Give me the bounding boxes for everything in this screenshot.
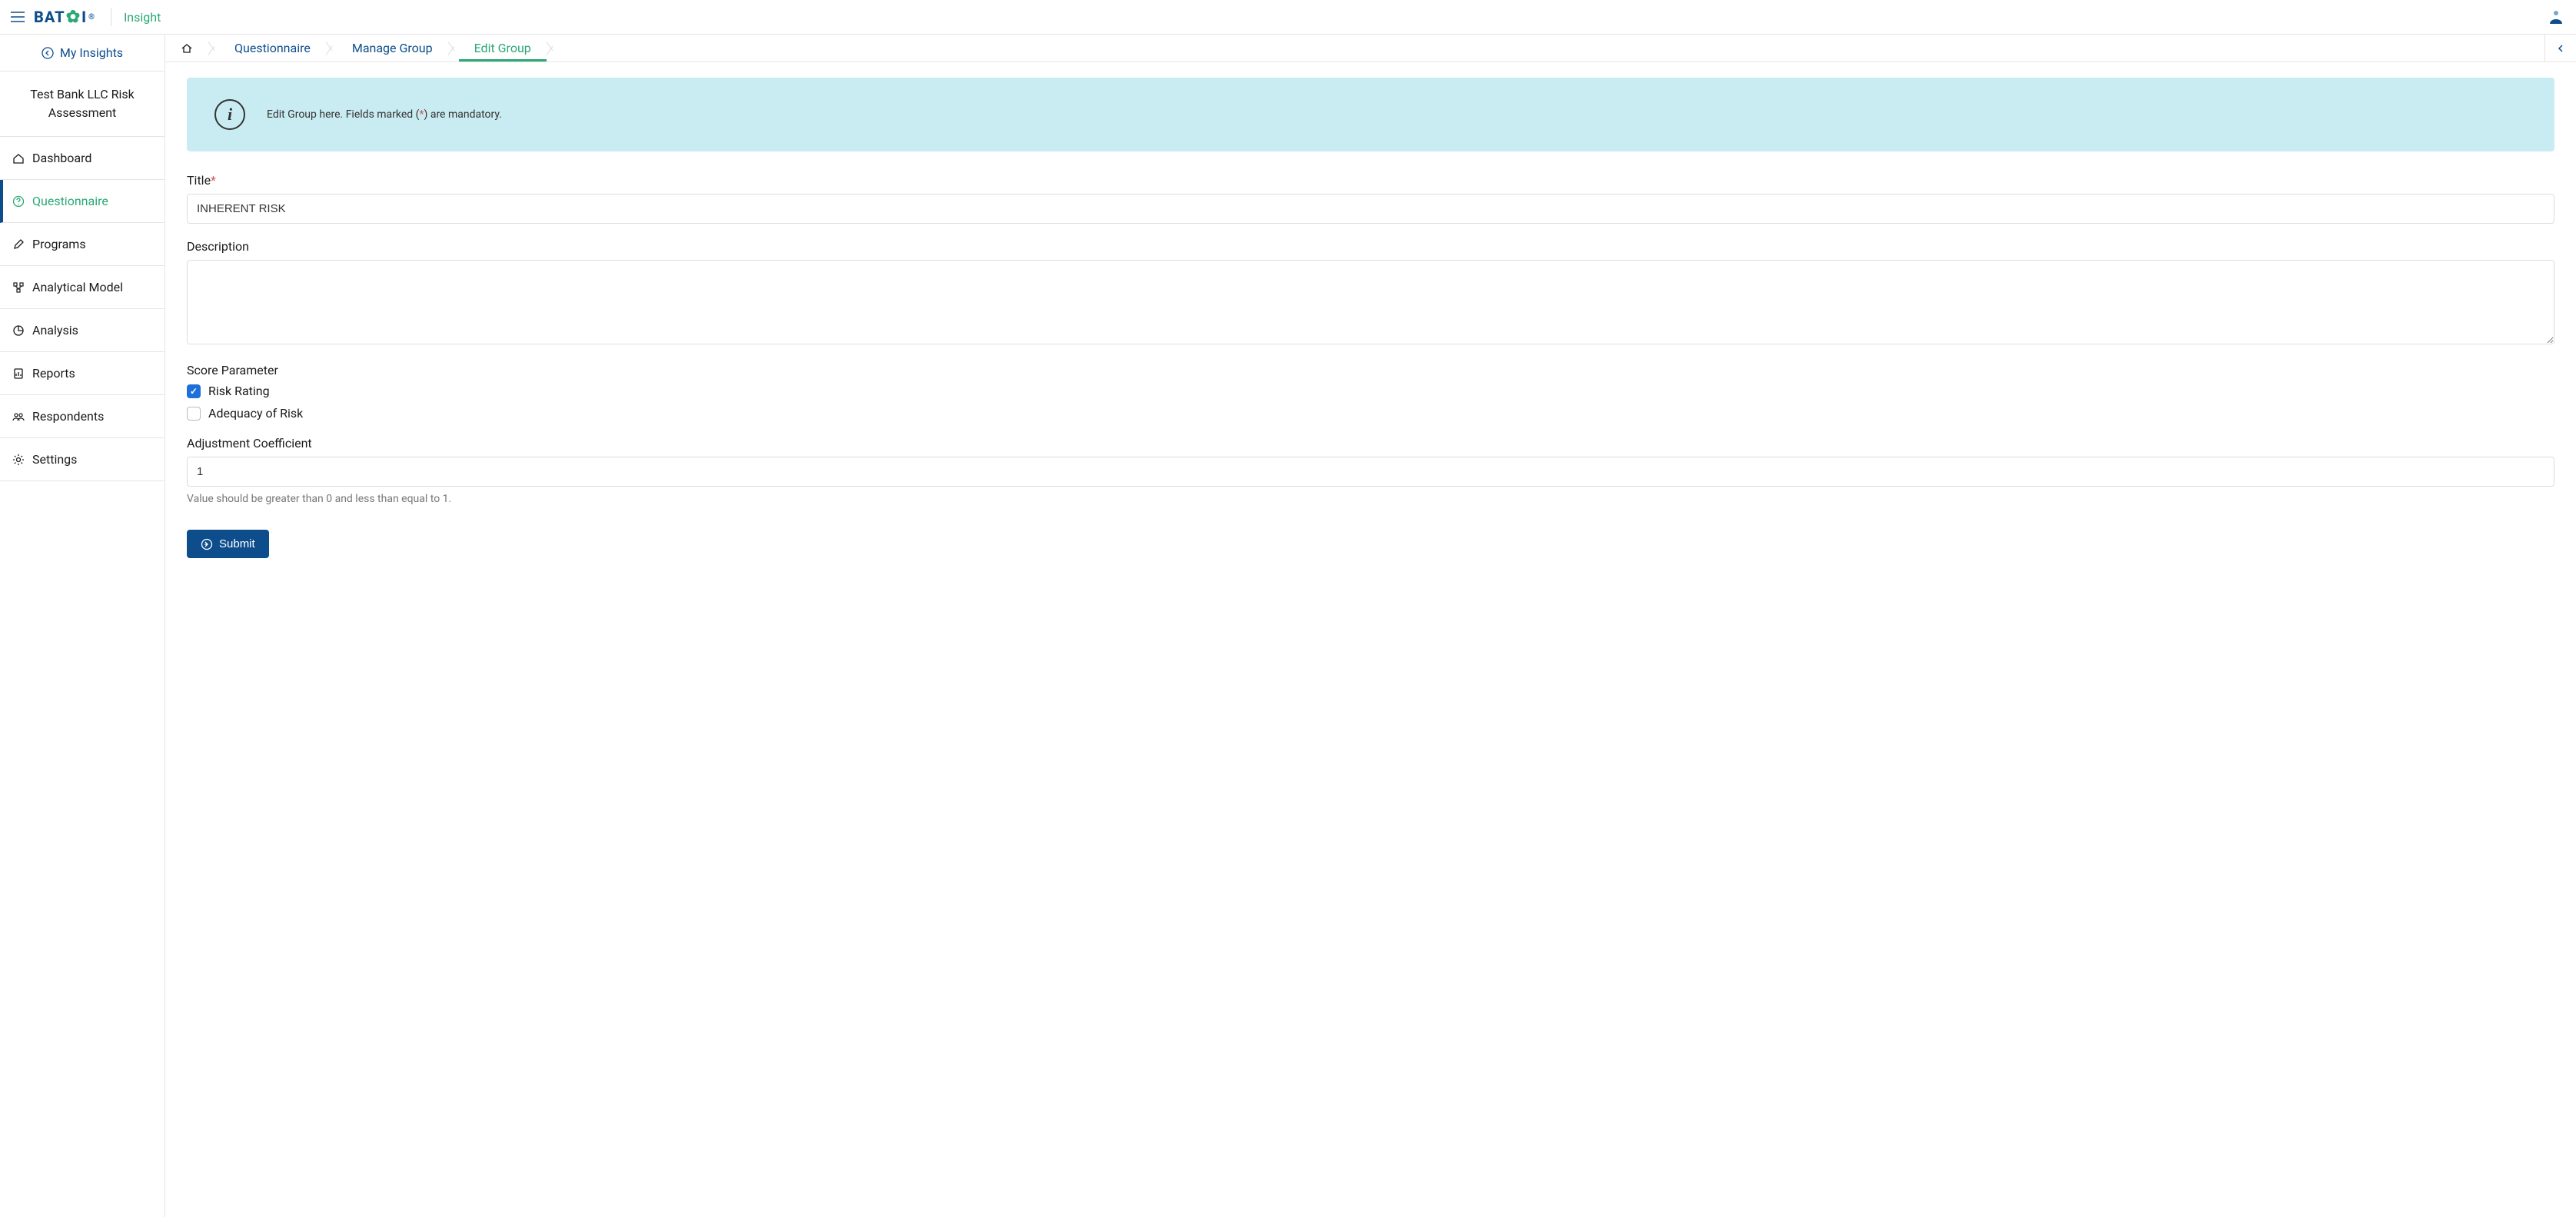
- risk-rating-checkbox[interactable]: [187, 384, 201, 398]
- breadcrumb-home-icon[interactable]: [165, 42, 208, 55]
- sidebar-item-questionnaire[interactable]: Questionnaire: [0, 180, 165, 223]
- sidebar-item-respondents[interactable]: Respondents: [0, 395, 165, 438]
- sidebar-item-analytical-model[interactable]: Analytical Model: [0, 266, 165, 309]
- sidebar-item-programs[interactable]: Programs: [0, 223, 165, 266]
- sidebar-item-label: Analysis: [32, 323, 78, 338]
- checkbox-row-adequacy: Adequacy of Risk: [187, 406, 2554, 421]
- sidebar-item-label: Dashboard: [32, 151, 91, 165]
- info-icon: i: [214, 99, 245, 130]
- chevron-right-icon: [547, 35, 557, 62]
- breadcrumb-manage-group[interactable]: Manage Group: [337, 41, 448, 55]
- app-name[interactable]: Insight: [124, 10, 161, 25]
- sidebar-item-reports[interactable]: Reports: [0, 352, 165, 395]
- pen-icon: [12, 238, 25, 251]
- header-left: BAT✿I® Insight: [11, 8, 161, 27]
- adequacy-label: Adequacy of Risk: [208, 406, 303, 421]
- breadcrumb-questionnaire[interactable]: Questionnaire: [219, 41, 326, 55]
- chevron-right-icon: [208, 35, 219, 62]
- project-title: Test Bank LLC Risk Assessment: [0, 71, 165, 137]
- layout: My Insights Test Bank LLC Risk Assessmen…: [0, 35, 2576, 1217]
- sidebar-item-settings[interactable]: Settings: [0, 438, 165, 481]
- breadcrumb-edit-group[interactable]: Edit Group: [459, 35, 547, 62]
- home-icon: [12, 152, 25, 165]
- score-parameter-group: Score Parameter Risk Rating Adequacy of …: [187, 363, 2554, 421]
- description-label: Description: [187, 239, 2554, 254]
- main: Questionnaire Manage Group Edit Group i …: [165, 35, 2576, 1217]
- gear-icon: [12, 454, 25, 466]
- sidebar-item-label: Programs: [32, 237, 86, 251]
- sidebar-item-label: Analytical Model: [32, 280, 123, 294]
- breadcrumb: Questionnaire Manage Group Edit Group: [165, 35, 2576, 62]
- report-icon: [12, 367, 25, 380]
- collapse-panel-icon[interactable]: [2544, 35, 2576, 62]
- checkbox-row-risk-rating: Risk Rating: [187, 384, 2554, 398]
- sidebar-item-label: Settings: [32, 452, 77, 467]
- sidebar: My Insights Test Bank LLC Risk Assessmen…: [0, 35, 165, 1217]
- title-input[interactable]: [187, 194, 2554, 224]
- my-insights-link[interactable]: My Insights: [0, 35, 165, 71]
- logo-text-1: BAT: [34, 8, 65, 26]
- sidebar-item-label: Questionnaire: [32, 194, 108, 208]
- adjustment-group: Adjustment Coefficient Value should be g…: [187, 436, 2554, 505]
- description-textarea[interactable]: [187, 260, 2554, 344]
- sidebar-item-analysis[interactable]: Analysis: [0, 309, 165, 352]
- adequacy-checkbox[interactable]: [187, 407, 201, 421]
- top-header: BAT✿I® Insight: [0, 0, 2576, 35]
- content: i Edit Group here. Fields marked (*) are…: [165, 62, 2576, 574]
- adjustment-label: Adjustment Coefficient: [187, 436, 2554, 451]
- risk-rating-label: Risk Rating: [208, 384, 270, 398]
- description-group: Description: [187, 239, 2554, 347]
- submit-label: Submit: [219, 537, 255, 550]
- my-insights-label: My Insights: [60, 45, 123, 60]
- adjustment-input[interactable]: [187, 457, 2554, 487]
- model-icon: [12, 281, 25, 294]
- submit-button[interactable]: Submit: [187, 530, 269, 558]
- menu-toggle-icon[interactable]: [11, 12, 25, 22]
- pie-icon: [12, 324, 25, 337]
- adjustment-help-text: Value should be greater than 0 and less …: [187, 493, 2554, 505]
- logo-leaf-icon: ✿: [66, 8, 81, 27]
- chevron-right-icon: [326, 35, 337, 62]
- info-text: Edit Group here. Fields marked (*) are m…: [267, 108, 502, 121]
- title-label: Title*: [187, 173, 2554, 188]
- title-group: Title*: [187, 173, 2554, 224]
- logo-reg: ®: [88, 13, 95, 22]
- arrow-right-circle-icon: [201, 538, 213, 550]
- question-icon: [12, 195, 25, 208]
- chevron-right-icon: [448, 35, 459, 62]
- logo[interactable]: BAT✿I®: [34, 8, 95, 27]
- sidebar-item-label: Respondents: [32, 409, 104, 424]
- user-avatar-icon[interactable]: [2547, 8, 2565, 26]
- sidebar-item-label: Reports: [32, 366, 75, 381]
- logo-text-2: I: [81, 8, 87, 26]
- score-parameter-label: Score Parameter: [187, 363, 2554, 377]
- sidebar-item-dashboard[interactable]: Dashboard: [0, 137, 165, 180]
- people-icon: [12, 411, 25, 423]
- info-box: i Edit Group here. Fields marked (*) are…: [187, 78, 2554, 151]
